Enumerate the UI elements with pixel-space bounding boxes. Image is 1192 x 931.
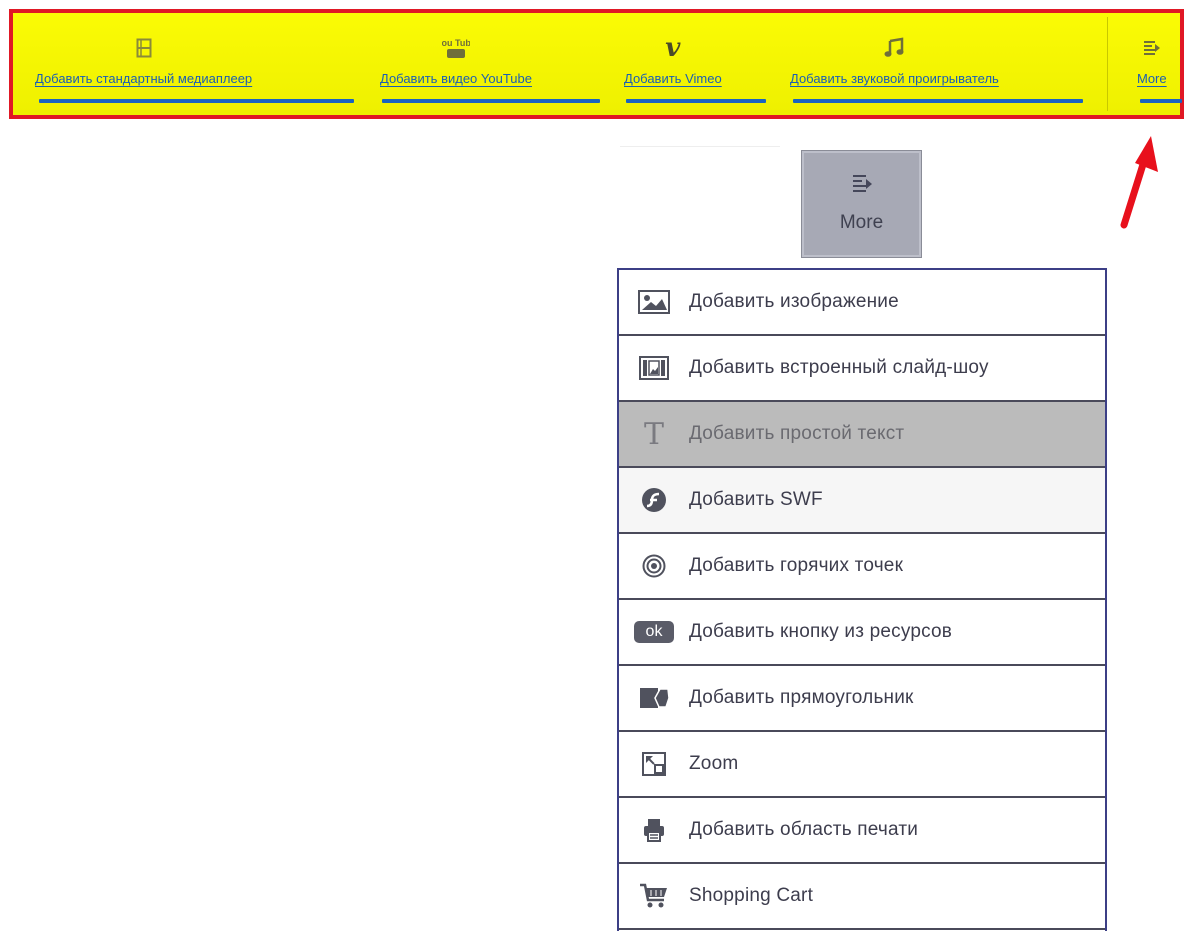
underline-bar bbox=[382, 99, 600, 103]
image-icon bbox=[619, 290, 689, 314]
text-icon: T bbox=[643, 416, 664, 452]
underline-bar bbox=[793, 99, 1083, 103]
menu-item-label: Zoom bbox=[689, 753, 739, 774]
menu-item-label: Добавить горячих точек bbox=[689, 555, 904, 576]
zoom-icon bbox=[619, 751, 689, 777]
more-button-label: More bbox=[839, 212, 884, 233]
underline-bar bbox=[1140, 99, 1182, 103]
menu-item-add-print-area[interactable]: Добавить область печати bbox=[619, 798, 1105, 864]
more-button[interactable]: More bbox=[801, 150, 922, 258]
menu-item-shopping-cart[interactable]: Shopping Cart bbox=[619, 864, 1105, 930]
cart-icon bbox=[619, 882, 689, 910]
underline-bar bbox=[39, 99, 354, 103]
ok-button-icon: ok bbox=[619, 621, 689, 643]
menu-item-label: Добавить прямоугольник bbox=[689, 687, 914, 708]
underline-bar bbox=[626, 99, 766, 103]
menu-item-add-slideshow[interactable]: Добавить встроенный слайд-шоу bbox=[619, 336, 1105, 402]
more-list-icon bbox=[851, 173, 873, 200]
menu-item-label: Добавить простой текст bbox=[689, 423, 905, 444]
red-arrow-icon bbox=[1120, 136, 1158, 229]
menu-item-add-swf[interactable]: Добавить SWF bbox=[619, 468, 1105, 534]
menu-item-label: Добавить изображение bbox=[689, 291, 899, 312]
more-list-icon bbox=[1143, 35, 1161, 61]
menu-item-label: Добавить область печати bbox=[689, 819, 919, 840]
menu-item-add-image[interactable]: Добавить изображение bbox=[619, 270, 1105, 336]
film-icon bbox=[136, 35, 152, 61]
menu-item-label: Добавить SWF bbox=[689, 489, 823, 510]
slideshow-icon bbox=[619, 355, 689, 381]
hotspot-icon bbox=[619, 554, 689, 578]
print-icon bbox=[619, 817, 689, 843]
menu-item-add-rectangle[interactable]: Добавить прямоугольник bbox=[619, 666, 1105, 732]
toolbar-label: Добавить звуковой проигрыватель bbox=[790, 71, 999, 86]
vimeo-icon: v bbox=[665, 33, 681, 63]
music-note-icon bbox=[883, 35, 905, 61]
menu-item-label: Добавить кнопку из ресурсов bbox=[689, 621, 953, 642]
menu-item-add-resource-button[interactable]: ok Добавить кнопку из ресурсов bbox=[619, 600, 1105, 666]
media-toolbar: Добавить стандартный медиаплеер You Tube… bbox=[9, 9, 1184, 119]
toolbar-label: Добавить видео YouTube bbox=[380, 71, 532, 86]
menu-item-label: Добавить встроенный слайд-шоу bbox=[689, 357, 989, 378]
svg-text:You Tube: You Tube bbox=[442, 38, 470, 48]
toolbar-label: More bbox=[1137, 71, 1167, 86]
toolbar-label: Добавить Vimeo bbox=[624, 71, 722, 86]
more-dropdown-menu: Добавить изображение Добавить встроенный… bbox=[617, 268, 1107, 931]
menu-item-zoom[interactable]: Zoom bbox=[619, 732, 1105, 798]
toolbar-divider bbox=[1107, 17, 1108, 111]
menu-item-add-text[interactable]: T Добавить простой текст bbox=[619, 402, 1105, 468]
menu-item-label: Shopping Cart bbox=[689, 885, 814, 906]
toolbar-label: Добавить стандартный медиаплеер bbox=[35, 71, 253, 86]
shape-icon bbox=[619, 685, 689, 711]
flash-icon bbox=[619, 487, 689, 513]
menu-item-add-hotspots[interactable]: Добавить горячих точек bbox=[619, 534, 1105, 600]
youtube-icon: You Tube bbox=[442, 35, 470, 61]
divider bbox=[620, 146, 780, 147]
